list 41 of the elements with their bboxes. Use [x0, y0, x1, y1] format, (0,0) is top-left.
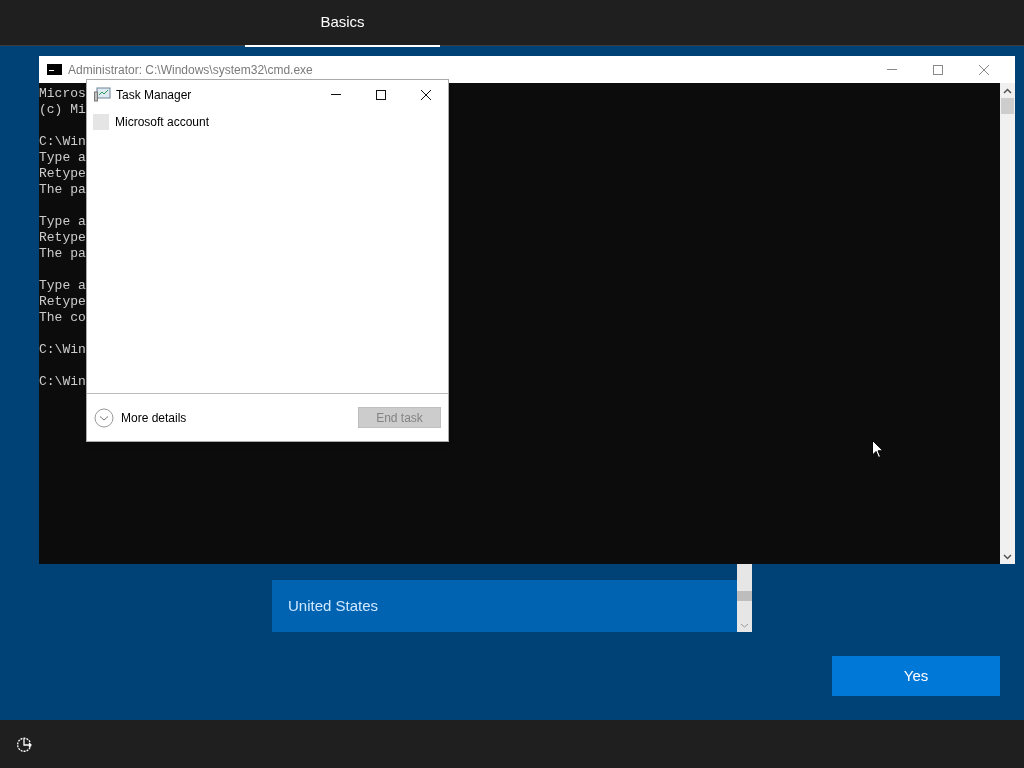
scroll-thumb[interactable]	[737, 591, 752, 601]
monitor-icon	[94, 87, 111, 102]
console-line: C:\Win	[39, 342, 86, 358]
ease-of-access-button[interactable]	[16, 735, 33, 753]
console-line: Retype	[39, 230, 86, 246]
console-line: C:\Win	[39, 374, 86, 390]
console-line: Micros	[39, 86, 86, 102]
yes-button[interactable]: Yes	[832, 656, 1000, 696]
console-icon	[47, 64, 62, 75]
console-line: (c) Mi	[39, 102, 86, 118]
console-line: Retype	[39, 166, 86, 182]
ease-of-access-icon	[16, 735, 33, 753]
country-list-item[interactable]: United States	[272, 580, 737, 632]
scroll-down-icon	[1003, 552, 1012, 561]
console-line: C:\Win	[39, 134, 86, 150]
close-icon	[978, 63, 990, 76]
scroll-thumb[interactable]	[1001, 98, 1014, 114]
console-line: Type a	[39, 278, 86, 294]
maximize-icon	[932, 63, 944, 76]
console-line: The pa	[39, 182, 86, 198]
chevron-down-icon	[94, 407, 114, 428]
app-list-item[interactable]: Microsoft account	[115, 113, 210, 131]
maximize-icon	[374, 88, 387, 101]
header-tab[interactable]: Basics	[245, 0, 440, 47]
console-line: The pa	[39, 246, 86, 262]
console-line: Retype	[39, 294, 86, 310]
close-icon	[419, 88, 432, 101]
more-details-button[interactable]: More details	[94, 407, 187, 428]
console-line: Type a	[39, 150, 86, 166]
window-title: Task Manager	[116, 86, 192, 104]
minimize-icon	[887, 69, 897, 70]
scroll-down-icon	[740, 622, 749, 629]
scrollbar[interactable]	[737, 564, 752, 632]
console-line: The co	[39, 310, 86, 326]
scrollbar[interactable]	[1000, 83, 1015, 564]
scroll-up-icon	[1003, 87, 1012, 96]
window-title: Administrator: C:\Windows\system32\cmd.exe	[68, 61, 313, 79]
console-line: Type a	[39, 214, 86, 230]
minimize-icon	[330, 94, 341, 95]
mouse-pointer-icon	[872, 440, 884, 459]
app-icon	[93, 114, 109, 130]
